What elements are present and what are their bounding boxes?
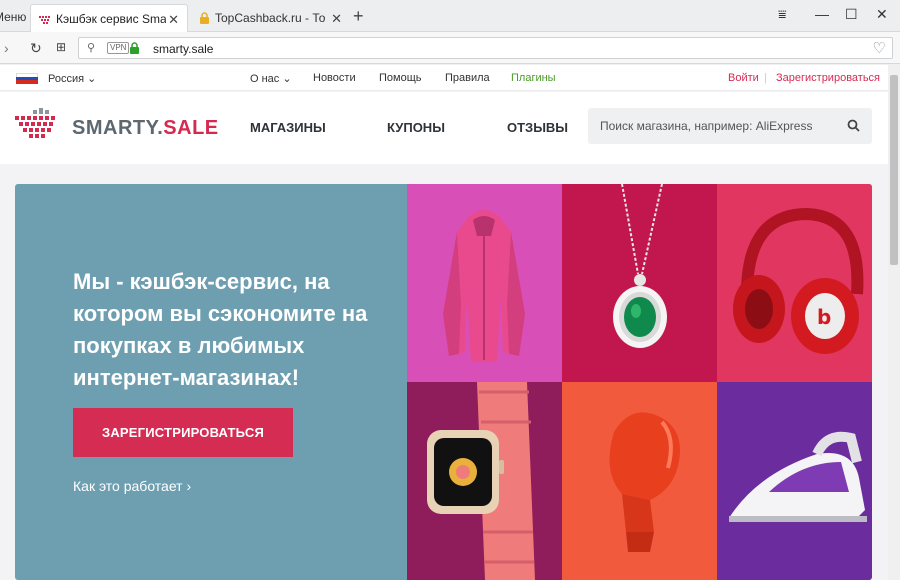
store-search-input[interactable] (588, 108, 838, 144)
iron-icon (717, 382, 872, 580)
nav-stores[interactable]: МАГАЗИНЫ (250, 120, 326, 135)
minimize-icon[interactable]: — (815, 6, 829, 22)
browser-menu-button[interactable]: Меню (0, 10, 26, 24)
tab-close-icon[interactable]: ✕ (168, 12, 179, 28)
secure-lock-icon[interactable] (130, 41, 139, 54)
tab-list-icon[interactable]: ⩸ (778, 6, 787, 23)
speed-dial-icon[interactable]: ⊞ (56, 40, 66, 54)
search-icon[interactable] (847, 119, 860, 132)
product-tile-jacket[interactable] (407, 184, 562, 382)
chevron-down-icon: ⌄ (87, 73, 97, 85)
how-it-works-link[interactable]: Как это работает › (73, 478, 191, 494)
product-tile-boxing-glove[interactable] (562, 382, 717, 580)
new-tab-button[interactable]: + (353, 7, 364, 25)
bookmark-heart-icon[interactable]: ♡ (873, 39, 886, 57)
tab-title: Кэшбэк сервис Smarty.Sale (56, 11, 166, 26)
region-selector[interactable]: Россия ⌄ (48, 72, 96, 85)
product-tile-headphones[interactable]: b (717, 184, 872, 382)
russia-flag-icon[interactable] (16, 73, 38, 84)
top-strip: Россия ⌄ О нас ⌄ Новости Помощь Правила … (0, 65, 888, 91)
pendant-icon (562, 184, 717, 382)
product-tile-watch[interactable] (407, 382, 562, 580)
close-window-icon[interactable]: ✕ (876, 6, 888, 23)
main-header: SMARTY.SALE МАГАЗИНЫ КУПОНЫ ОТЗЫВЫ (0, 92, 888, 164)
topnav-about[interactable]: О нас ⌄ (250, 72, 292, 85)
link-divider: | (764, 72, 767, 84)
register-button[interactable]: ЗАРЕГИСТРИРОВАТЬСЯ (73, 408, 293, 457)
reload-icon[interactable]: ↻ (30, 40, 42, 57)
topnav-plugins[interactable]: Плагины (511, 72, 556, 84)
nav-coupons[interactable]: КУПОНЫ (387, 120, 445, 135)
smarty-logo-icon[interactable] (15, 108, 61, 138)
topnav-news[interactable]: Новости (313, 72, 356, 84)
forward-icon[interactable]: › (4, 40, 9, 56)
url-field[interactable]: ⚲ VPN smarty.sale ♡ (78, 37, 893, 59)
address-bar: › ↻ ⊞ ⚲ VPN smarty.sale ♡ (0, 32, 900, 64)
watch-icon (407, 382, 562, 580)
tab-close-icon[interactable]: ✕ (331, 11, 342, 27)
jacket-icon (407, 184, 562, 382)
site-logo-text[interactable]: SMARTY.SALE (72, 117, 219, 140)
browser-window: Меню Кэшбэк сервис Smarty.Sale ✕ TopCash… (0, 0, 900, 580)
svg-text:b: b (817, 305, 831, 329)
tab-bar: Меню Кэшбэк сервис Smarty.Sale ✕ TopCash… (0, 0, 900, 32)
nav-reviews[interactable]: ОТЗЫВЫ (507, 120, 568, 135)
scrollbar-thumb[interactable] (890, 75, 898, 265)
tab-topcashback[interactable]: TopCashback.ru - Топ лучших ✕ (190, 4, 350, 32)
chevron-down-icon: ⌄ (282, 73, 292, 85)
product-tile-pendant[interactable] (562, 184, 717, 382)
headphones-icon: b (717, 184, 872, 382)
tab-smarty-sale[interactable]: Кэшбэк сервис Smarty.Sale ✕ (30, 4, 188, 32)
page-content: Россия ⌄ О нас ⌄ Новости Помощь Правила … (0, 65, 888, 580)
url-text: smarty.sale (153, 42, 214, 56)
page-scrollbar[interactable] (888, 65, 900, 580)
topnav-rules[interactable]: Правила (445, 72, 490, 84)
store-search (588, 108, 872, 144)
topnav-help[interactable]: Помощь (379, 72, 422, 84)
product-tile-iron[interactable] (717, 382, 872, 580)
smarty-favicon-icon (39, 12, 52, 25)
vpn-badge[interactable]: VPN (107, 42, 130, 54)
key-icon[interactable]: ⚲ (87, 41, 95, 54)
lock-favicon-icon (198, 12, 211, 25)
tab-title: TopCashback.ru - Топ лучших (215, 11, 325, 25)
register-link[interactable]: Зарегистрироваться (776, 72, 880, 84)
maximize-icon[interactable]: ☐ (845, 6, 858, 23)
hero-banner: Мы - кэшбэк-сервис, на котором вы сэконо… (15, 184, 872, 580)
boxing-glove-icon (562, 382, 717, 580)
login-link[interactable]: Войти (728, 72, 759, 84)
hero-headline: Мы - кэшбэк-сервис, на котором вы сэконо… (73, 269, 368, 390)
